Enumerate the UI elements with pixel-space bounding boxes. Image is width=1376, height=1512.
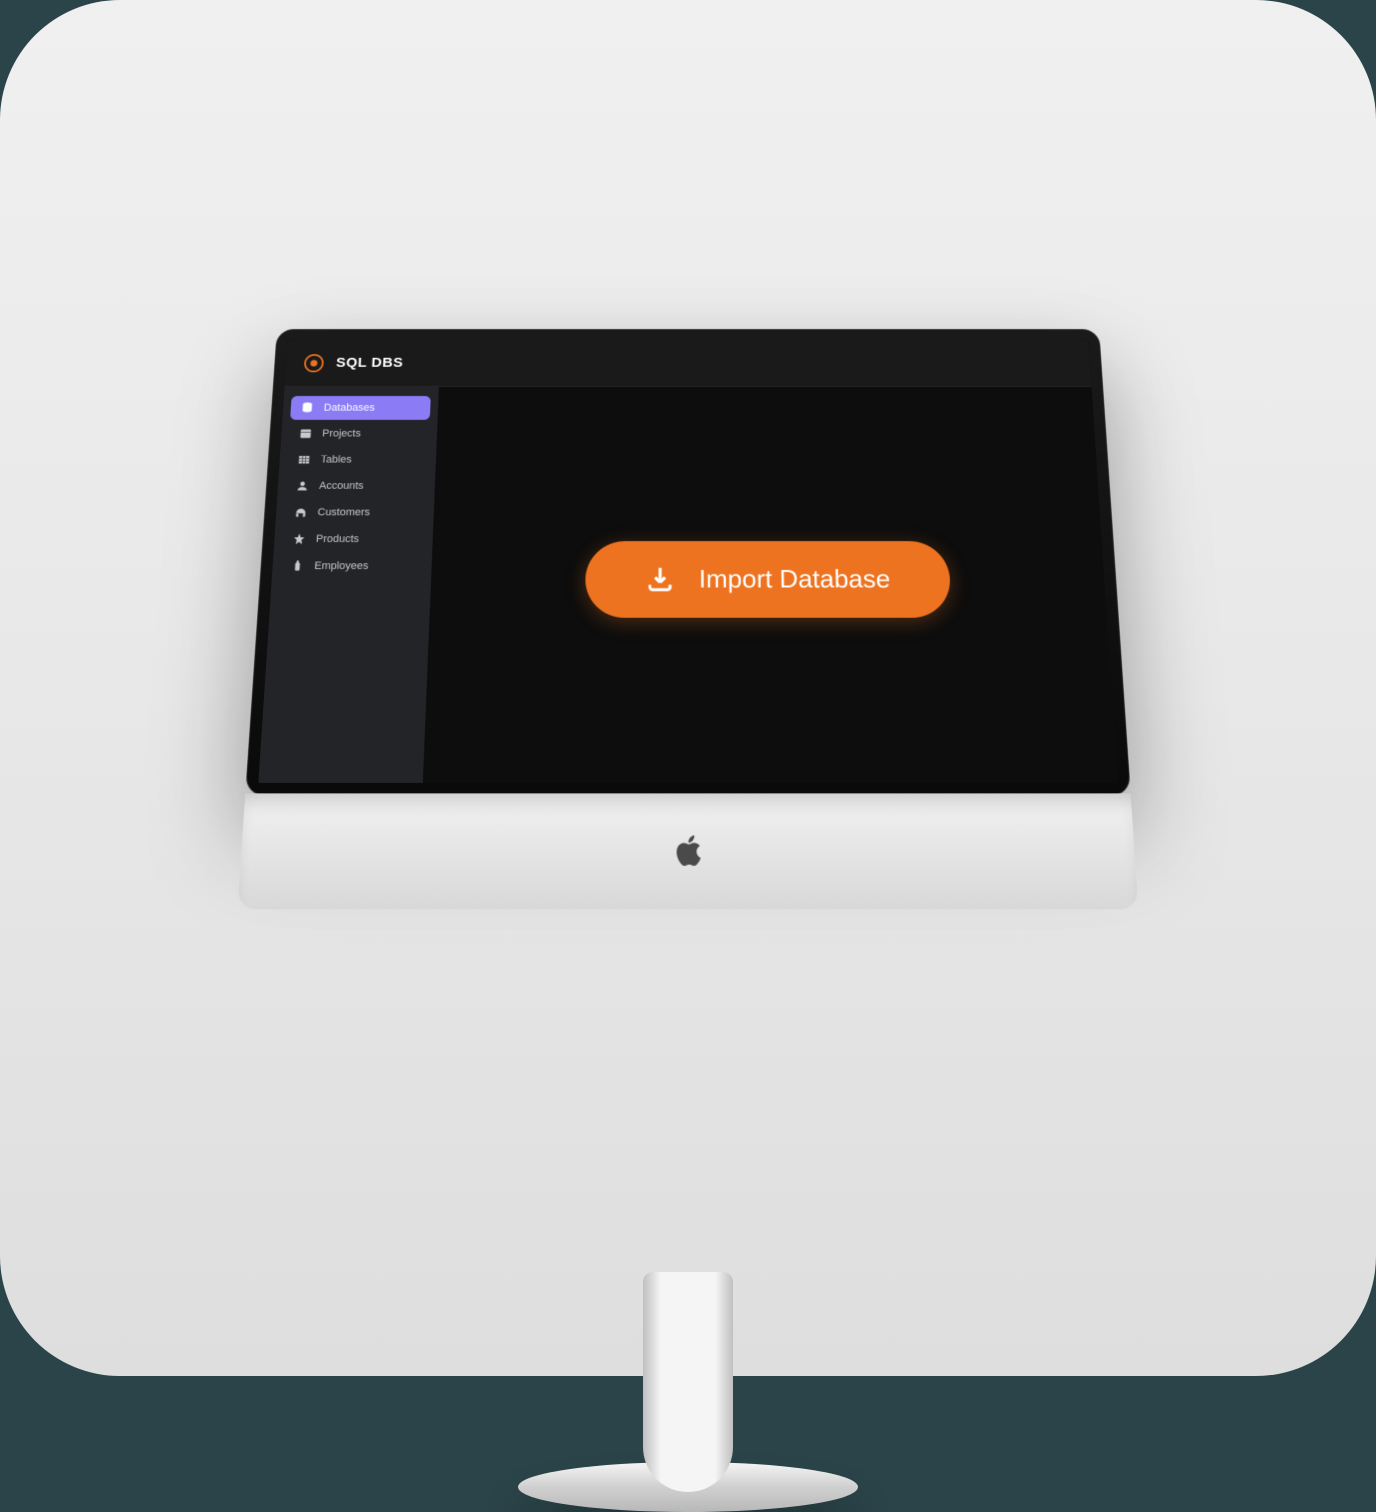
sidebar-item-label: Projects — [322, 428, 361, 439]
monitor-mockup: SQL DBS Databases Projects — [258, 310, 1118, 902]
database-icon — [300, 401, 314, 414]
app-title: SQL DBS — [336, 355, 404, 370]
sidebar: Databases Projects Tables Accoun — [258, 387, 439, 783]
download-icon — [645, 564, 675, 593]
apple-logo-icon — [669, 832, 707, 870]
tables-icon — [297, 453, 311, 466]
sidebar-item-customers[interactable]: Customers — [283, 500, 426, 525]
app-screen: SQL DBS Databases Projects — [258, 340, 1117, 783]
sidebar-item-label: Accounts — [319, 480, 364, 491]
app-logo-icon — [303, 353, 325, 373]
app-header: SQL DBS — [284, 340, 1091, 387]
monitor-bezel: SQL DBS Databases Projects — [245, 329, 1131, 795]
employees-icon — [290, 559, 305, 573]
sidebar-item-accounts[interactable]: Accounts — [285, 474, 428, 498]
monitor-stand-neck — [643, 1272, 733, 1492]
monitor-chin — [237, 793, 1138, 909]
sidebar-item-tables[interactable]: Tables — [287, 448, 429, 472]
sidebar-item-label: Products — [316, 533, 360, 544]
products-icon — [292, 532, 307, 545]
main-content: Import Database — [423, 387, 1118, 783]
app-body: Databases Projects Tables Accoun — [258, 387, 1117, 783]
sidebar-item-products[interactable]: Products — [282, 527, 426, 552]
sidebar-item-employees[interactable]: Employees — [280, 554, 424, 579]
sidebar-item-label: Tables — [320, 454, 352, 465]
sidebar-item-label: Employees — [314, 560, 369, 572]
sidebar-item-label: Databases — [323, 402, 375, 413]
sidebar-item-projects[interactable]: Projects — [288, 422, 429, 446]
customers-icon — [293, 506, 308, 519]
sidebar-item-label: Customers — [317, 507, 370, 518]
accounts-icon — [295, 479, 310, 492]
sidebar-item-databases[interactable]: Databases — [290, 396, 431, 420]
projects-icon — [298, 427, 312, 440]
import-database-button[interactable]: Import Database — [585, 541, 952, 618]
import-button-label: Import Database — [699, 564, 891, 594]
